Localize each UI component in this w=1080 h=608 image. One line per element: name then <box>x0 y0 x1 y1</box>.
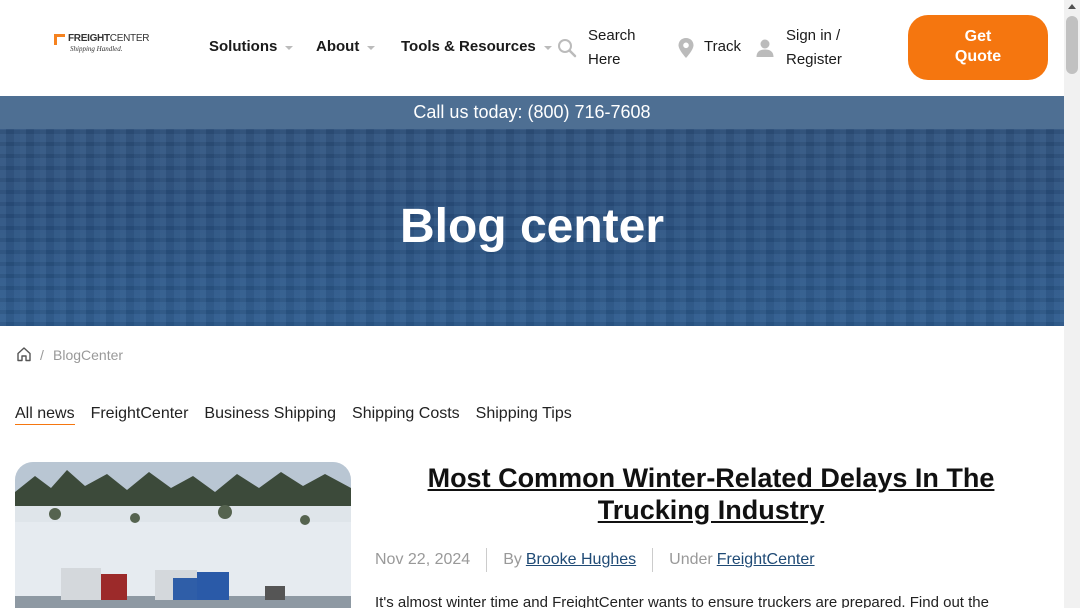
article-thumbnail[interactable] <box>15 462 351 608</box>
tab-business-shipping[interactable]: Business Shipping <box>204 405 336 425</box>
hero-banner: Blog center <box>0 129 1064 326</box>
category-tabs: All news FreightCenter Business Shipping… <box>15 405 572 425</box>
page-scrollbar[interactable] <box>1064 0 1080 608</box>
chevron-down-icon <box>543 45 552 50</box>
location-pin-icon[interactable] <box>677 37 695 59</box>
article-title-link[interactable]: Most Common Winter-Related Delays In The… <box>375 462 1047 526</box>
chevron-down-icon <box>285 45 294 50</box>
tab-all-news[interactable]: All news <box>15 405 75 425</box>
logo-text: FREIGHTCENTER <box>68 33 149 44</box>
tab-shipping-tips[interactable]: Shipping Tips <box>476 405 572 425</box>
scrollbar-thumb[interactable] <box>1066 16 1078 74</box>
article-excerpt: It's almost winter time and FreightCente… <box>375 594 989 608</box>
chevron-down-icon <box>367 45 376 50</box>
nav-tools-resources[interactable]: Tools & Resources <box>401 38 552 55</box>
logo-brand-bold: FREIGHT <box>68 33 110 44</box>
search-icon[interactable] <box>557 38 577 58</box>
logo-brand-light: CENTER <box>109 33 150 44</box>
category-link[interactable]: FreightCenter <box>717 551 815 569</box>
meta-divider <box>486 548 488 572</box>
nav-solutions[interactable]: Solutions <box>209 38 294 55</box>
article-date: Nov 22, 2024 <box>375 551 471 568</box>
home-icon[interactable] <box>16 346 32 362</box>
freightcenter-logo[interactable]: FREIGHTCENTER Shipping Handled. <box>54 33 149 55</box>
logo-mark-icon <box>54 34 65 45</box>
tab-freightcenter[interactable]: FreightCenter <box>91 405 189 425</box>
under-label: Under <box>669 551 713 568</box>
page-title: Blog center <box>399 200 665 253</box>
track-link[interactable]: Track <box>704 38 741 55</box>
search-link[interactable]: Search Here <box>588 24 636 72</box>
winter-trucks-image <box>15 462 351 608</box>
tab-shipping-costs[interactable]: Shipping Costs <box>352 405 460 425</box>
site-header: FREIGHTCENTER Shipping Handled. Solution… <box>0 0 1064 96</box>
nav-about[interactable]: About <box>316 38 376 55</box>
breadcrumb-current: BlogCenter <box>53 347 124 363</box>
logo-tagline: Shipping Handled. <box>70 45 123 53</box>
get-quote-button[interactable]: Get Quote <box>908 15 1048 80</box>
get-quote-label-line1: Get <box>964 28 992 45</box>
get-quote-label-line2: Quote <box>954 48 1002 65</box>
search-label-line2: Here <box>588 51 621 68</box>
user-icon[interactable] <box>755 38 775 58</box>
search-label-line1: Search <box>588 27 636 44</box>
breadcrumb-separator: / <box>40 347 44 363</box>
nav-tools-label: Tools & Resources <box>401 38 536 55</box>
nav-about-label: About <box>316 38 360 55</box>
register-label: Register <box>786 51 842 68</box>
author-link[interactable]: Brooke Hughes <box>526 551 636 569</box>
by-label: By <box>503 551 522 568</box>
scroll-up-arrow-icon[interactable] <box>1068 4 1076 9</box>
meta-divider <box>652 548 654 572</box>
article-meta: Nov 22, 2024 By Brooke Hughes Under Frei… <box>375 548 815 572</box>
sign-in-label: Sign in / <box>786 27 841 44</box>
call-us-bar[interactable]: Call us today: (800) 716-7608 <box>0 96 1064 129</box>
nav-solutions-label: Solutions <box>209 38 278 55</box>
sign-in-register-link[interactable]: Sign in / Register <box>786 24 842 72</box>
